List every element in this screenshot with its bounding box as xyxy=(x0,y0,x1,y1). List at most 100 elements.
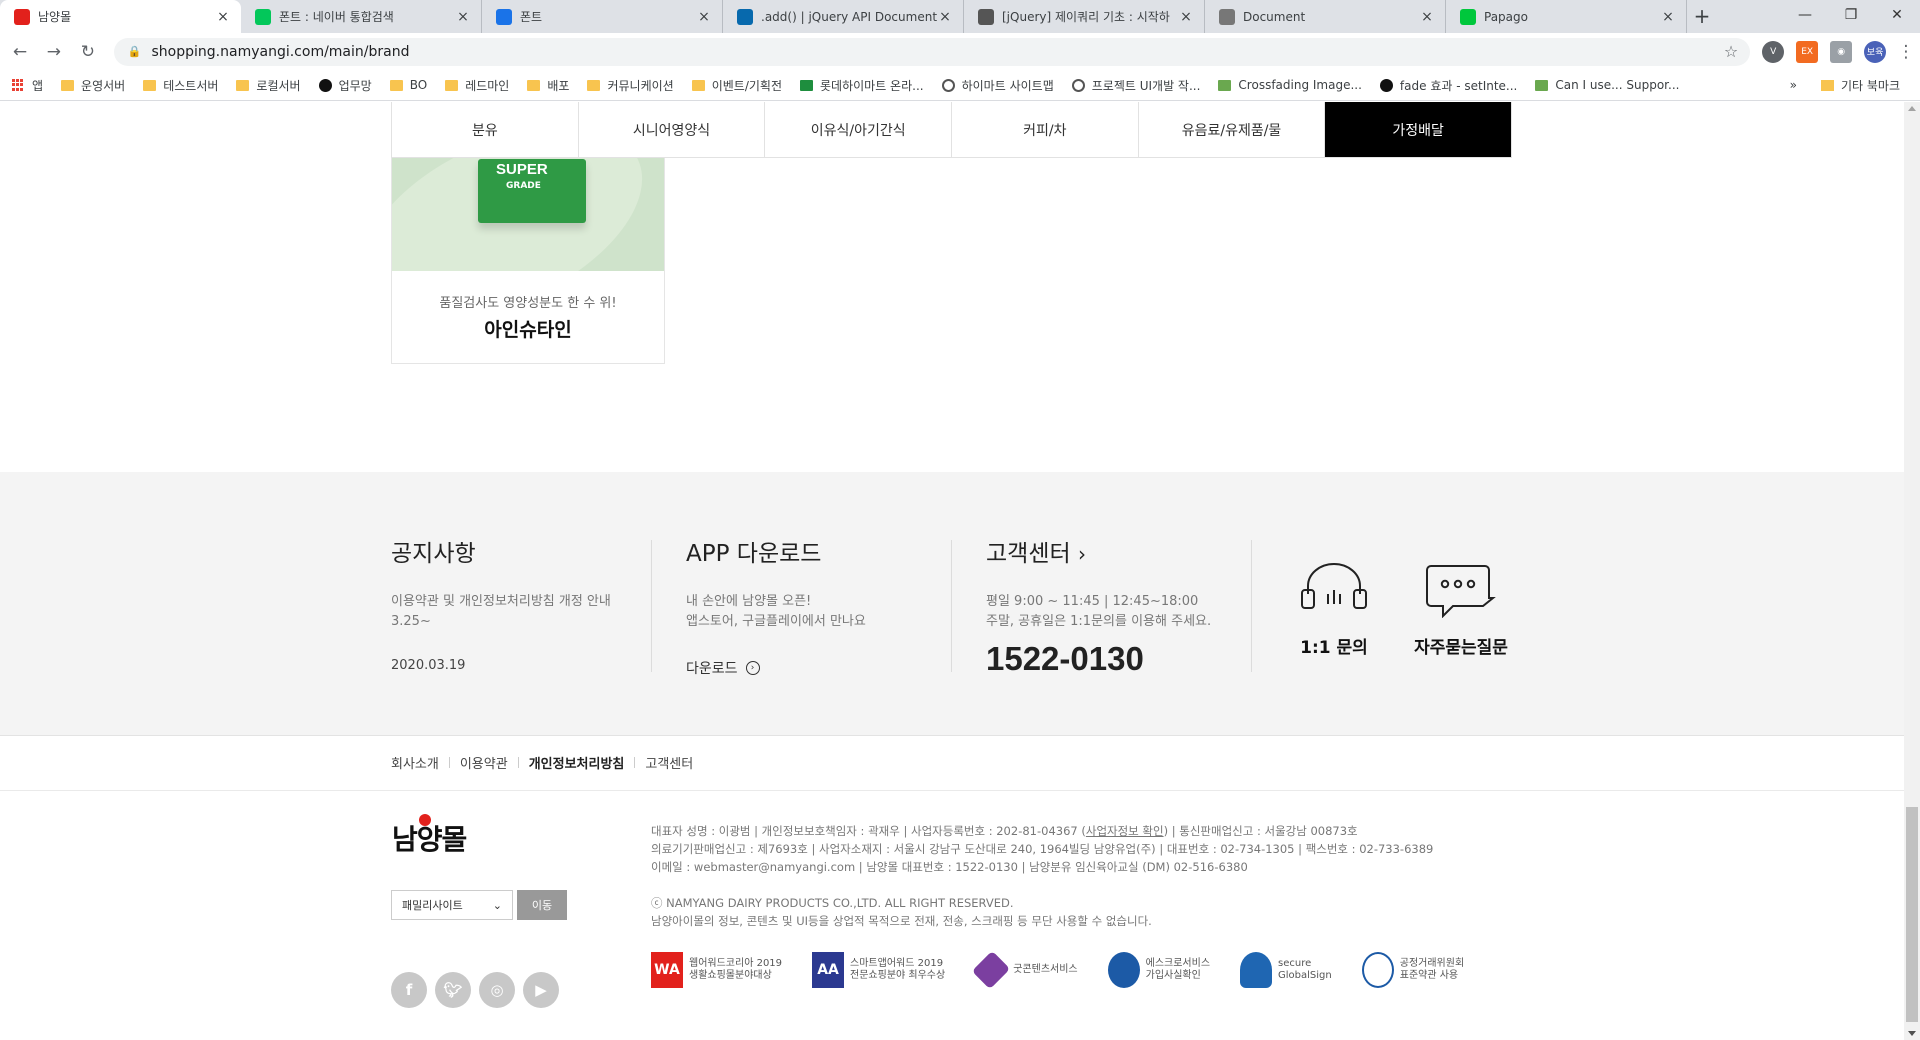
extension-icon[interactable]: EX xyxy=(1796,40,1819,63)
bookmark-item[interactable]: 운영서버 xyxy=(61,77,125,94)
site-icon xyxy=(800,79,813,91)
close-tab-icon[interactable]: × xyxy=(215,9,231,25)
other-bookmarks[interactable]: 기타 북마크 xyxy=(1841,77,1900,94)
close-tab-icon[interactable]: × xyxy=(1660,9,1676,25)
award-badge[interactable]: 공정거래위원회 표준약관 사용 xyxy=(1361,952,1464,988)
browser-tab[interactable]: [jQuery] 제이쿼리 기초 : 시작하 × xyxy=(964,0,1205,33)
download-link[interactable]: 다운로드 › xyxy=(686,658,926,678)
award-badge[interactable]: WA 웹어워드코리아 2019 생활쇼핑몰분야대상 xyxy=(651,952,782,988)
award-badge[interactable]: 에스크로서비스 가입사실확인 xyxy=(1107,952,1210,988)
go-button[interactable]: 이동 xyxy=(517,890,567,920)
category-tab[interactable]: 유음료/유제품/물 xyxy=(1139,102,1326,157)
copyright: ⓒ NAMYANG DAIRY PRODUCTS CO.,LTD. ALL RI… xyxy=(651,896,1014,910)
award-badge[interactable]: secure GlobalSign xyxy=(1240,952,1332,988)
address-bar[interactable]: 🔒 shopping.namyangi.com/main/brand ☆ xyxy=(113,37,1751,66)
minimize-icon[interactable]: — xyxy=(1782,0,1828,30)
profile-avatar[interactable]: 보육 xyxy=(1864,40,1887,63)
browser-tab[interactable]: Document × xyxy=(1205,0,1446,33)
footer-link[interactable]: 이용약관 xyxy=(460,753,508,772)
chevron-double-icon[interactable]: » xyxy=(1790,78,1797,92)
bookmark-item[interactable]: 하이마트 사이트맵 xyxy=(941,77,1054,94)
bookmark-item[interactable]: 앱 xyxy=(12,77,43,94)
business-info-link[interactable]: 사업자정보 확인 xyxy=(1086,824,1164,838)
youtube-icon[interactable]: ▶ xyxy=(523,972,559,1008)
bookmarks-overflow[interactable]: » 기타 북마크 xyxy=(1790,77,1900,94)
new-tab-button[interactable]: + xyxy=(1687,0,1717,33)
browser-tab[interactable]: 폰트 : 네이버 통합검색 × xyxy=(241,0,482,33)
category-tab[interactable]: 분유 xyxy=(392,102,579,157)
bookmark-item[interactable]: Can I use... Suppor... xyxy=(1535,78,1679,92)
bookmark-item[interactable]: fade 효과 - setInte... xyxy=(1379,77,1517,94)
category-tab[interactable]: 시니어영양식 xyxy=(579,102,766,157)
bookmark-item[interactable]: 로컬서버 xyxy=(236,77,301,94)
page-scrollbar[interactable] xyxy=(1904,102,1920,1040)
favicon-icon xyxy=(14,8,30,25)
bookmark-item[interactable]: 레드마인 xyxy=(445,77,509,94)
camera-icon[interactable]: ◉ xyxy=(1830,40,1853,63)
browser-tab[interactable]: 폰트 × xyxy=(482,0,723,33)
bookmark-star-icon[interactable]: ☆ xyxy=(1724,42,1738,61)
browser-tab[interactable]: .add() | jQuery API Documentati × xyxy=(723,0,964,33)
namyang-mall-logo[interactable]: 남양몰 xyxy=(392,814,467,858)
bookmark-item[interactable]: 배포 xyxy=(527,77,569,94)
category-tab[interactable]: 가정배달 xyxy=(1325,102,1512,157)
instagram-icon[interactable]: ◎ xyxy=(479,972,515,1008)
package-sublabel: GRADE xyxy=(506,181,541,191)
footer-link[interactable]: 고객센터 xyxy=(645,753,693,772)
browser-tab[interactable]: Papago × xyxy=(1446,0,1687,33)
forward-icon[interactable]: → xyxy=(40,42,68,62)
bookmark-item[interactable]: 업무망 xyxy=(318,77,372,94)
app-title: APP 다운로드 xyxy=(686,541,822,567)
bookmark-item[interactable]: 프로젝트 UI개발 작... xyxy=(1071,77,1200,94)
scroll-down-icon[interactable] xyxy=(1908,1031,1916,1036)
close-window-icon[interactable]: ✕ xyxy=(1874,0,1920,30)
folder-icon xyxy=(691,79,705,91)
bookmark-item[interactable]: Crossfading Image... xyxy=(1218,78,1362,92)
cs-title[interactable]: 고객센터 › xyxy=(986,534,1236,568)
close-tab-icon[interactable]: × xyxy=(455,9,471,25)
tab-title: Document xyxy=(1243,9,1306,24)
close-tab-icon[interactable]: × xyxy=(696,9,712,25)
footer-link[interactable]: 회사소개 xyxy=(391,753,439,772)
award-text: 웹어워드코리아 2019 생활쇼핑몰분야대상 xyxy=(689,958,783,981)
folder-icon xyxy=(587,79,601,91)
bookmark-label: 하이마트 사이트맵 xyxy=(961,78,1054,93)
footer-link[interactable]: 개인정보처리방침 xyxy=(529,753,625,772)
back-icon[interactable]: ← xyxy=(6,42,34,62)
browser-tab[interactable]: 남양몰 × xyxy=(0,0,241,33)
award-badge[interactable]: AA 스마트앱어워드 2019 전문쇼핑분야 최우수상 xyxy=(812,952,945,988)
close-tab-icon[interactable]: × xyxy=(1419,9,1435,25)
tab-title: Papago xyxy=(1484,9,1528,24)
award-badge[interactable]: 굿콘텐츠서비스 xyxy=(971,950,1078,990)
close-tab-icon[interactable]: × xyxy=(937,9,953,25)
inquiry-button[interactable]: 1:1 문의 xyxy=(1284,562,1384,658)
url-text[interactable]: shopping.namyangi.com/main/brand xyxy=(152,44,410,60)
category-tab[interactable]: 이유식/아기간식 xyxy=(765,102,953,157)
menu-icon[interactable]: ⋮ xyxy=(1892,42,1920,62)
bookmark-item[interactable]: BO xyxy=(389,78,427,92)
restore-icon[interactable]: ❐ xyxy=(1828,0,1874,30)
twitter-icon[interactable]: 🐦︎ xyxy=(435,972,471,1008)
close-tab-icon[interactable]: × xyxy=(1178,9,1194,25)
award-logo-icon: WA xyxy=(651,952,683,988)
folder-icon xyxy=(1820,79,1834,91)
bookmark-item[interactable]: 롯데하이마트 온라... xyxy=(800,77,924,94)
scroll-up-icon[interactable] xyxy=(1908,106,1916,111)
family-site-select[interactable]: 패밀리사이트 ⌄ xyxy=(391,890,513,920)
notice-title[interactable]: 공지사항 xyxy=(391,534,621,568)
bookmark-item[interactable]: 테스트서버 xyxy=(143,77,218,94)
scroll-thumb[interactable] xyxy=(1906,807,1918,1022)
reload-icon[interactable]: ↻ xyxy=(74,42,102,62)
facebook-icon[interactable]: f xyxy=(391,972,427,1008)
faq-button[interactable]: 자주묻는질문 xyxy=(1406,562,1516,658)
category-tab[interactable]: 커피/차 xyxy=(952,102,1139,157)
folder-icon xyxy=(236,79,250,91)
bookmark-item[interactable]: 커뮤니케이션 xyxy=(587,77,674,94)
chat-bubble-icon xyxy=(1426,565,1496,619)
notice-item[interactable]: 이용약관 및 개인정보처리방침 개정 안내 3.25~ xyxy=(391,592,621,632)
bookmark-item[interactable]: 이벤트/기획전 xyxy=(691,77,782,94)
favicon-icon xyxy=(1460,8,1476,25)
product-name[interactable]: 아인슈타인 xyxy=(392,315,664,342)
corporate-info: 대표자 성명 : 이광범 | 개인정보보호책임자 : 곽재우 | 사업자등록번호… xyxy=(651,822,1433,930)
extension-icon[interactable]: V xyxy=(1762,40,1785,63)
